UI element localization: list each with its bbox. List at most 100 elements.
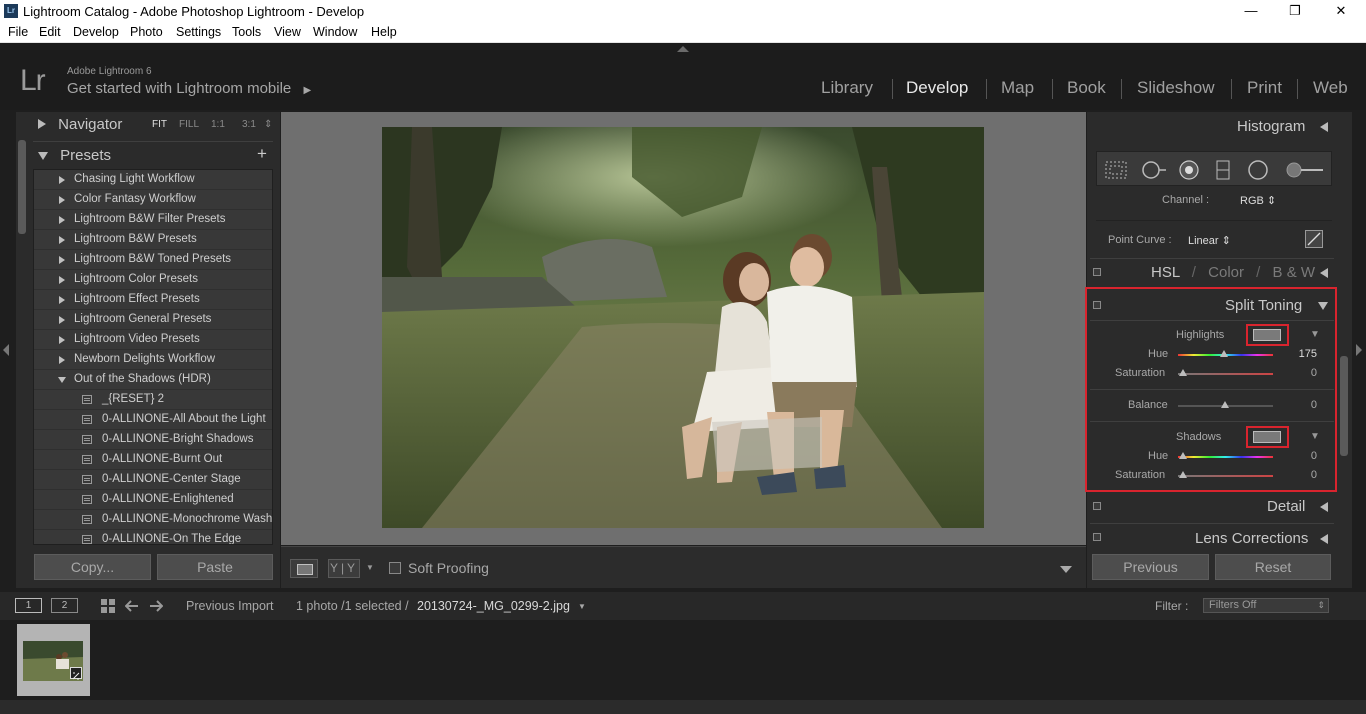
soft-proofing-checkbox[interactable] [389,562,401,574]
red-eye-icon[interactable] [1178,160,1200,180]
menu-window[interactable]: Window [313,25,357,39]
zoom-fit[interactable]: FIT [152,119,167,130]
menu-settings[interactable]: Settings [176,25,221,39]
detail-collapse-icon[interactable] [1320,502,1328,512]
lens-corrections-collapse-icon[interactable] [1320,534,1328,544]
left-panel-scrollbar[interactable] [18,140,26,234]
preset-folder[interactable]: Chasing Light Workflow [34,170,272,190]
module-library[interactable]: Library [821,78,873,98]
split-toning-switch[interactable] [1093,301,1101,309]
filmstrip-thumbnail[interactable] [17,624,90,696]
histogram-title[interactable]: Histogram [1237,118,1305,135]
module-web[interactable]: Web [1313,78,1348,98]
module-map[interactable]: Map [1001,78,1034,98]
preset-folder[interactable]: Newborn Delights Workflow [34,350,272,370]
menu-photo[interactable]: Photo [130,25,163,39]
split-toning-title[interactable]: Split Toning [1225,297,1302,314]
primary-display-button[interactable]: 1 [15,598,42,613]
secondary-display-button[interactable]: 2 [51,598,78,613]
channel-select[interactable]: RGB ⇕ [1240,194,1276,207]
filename-menu-icon[interactable]: ▼ [578,602,586,611]
balance-value[interactable]: 0 [1287,399,1317,411]
preset-item[interactable]: 0-ALLINONE-Enlightened [34,490,272,510]
preset-folder[interactable]: Lightroom Effect Presets [34,290,272,310]
adjustment-brush-icon[interactable] [1285,160,1325,180]
shadows-saturation-thumb[interactable] [1179,471,1187,478]
paste-settings-button[interactable]: Paste [157,554,273,580]
preset-folder[interactable]: Color Fantasy Workflow [34,190,272,210]
radial-filter-icon[interactable] [1247,160,1269,180]
module-book[interactable]: Book [1067,78,1106,98]
balance-thumb[interactable] [1221,401,1229,408]
filter-select[interactable]: Filters Off ⇕ [1203,598,1329,613]
preset-item[interactable]: 0-ALLINONE-Bright Shadows [34,430,272,450]
grid-view-icon[interactable] [100,598,116,614]
toolbar-options-icon[interactable] [1060,566,1072,573]
menu-file[interactable]: File [8,25,28,39]
preset-item[interactable]: 0-ALLINONE-Monochrome Wash [34,510,272,530]
menu-help[interactable]: Help [371,25,397,39]
preset-item[interactable]: 0-ALLINONE-On The Edge [34,530,272,544]
preset-item[interactable]: 0-ALLINONE-Center Stage [34,470,272,490]
preset-folder[interactable]: Lightroom B&W Filter Presets [34,210,272,230]
detail-switch[interactable] [1093,502,1101,510]
shadows-saturation-value[interactable]: 0 [1287,469,1317,481]
menu-view[interactable]: View [274,25,301,39]
loupe-view-button[interactable] [290,559,318,578]
tab-hsl[interactable]: HSL [1151,264,1180,281]
collapse-left-panel-icon[interactable] [3,344,9,356]
highlights-hue-value[interactable]: 175 [1287,348,1317,360]
lightroom-mobile-link[interactable]: Get started with Lightroom mobile ▶ [67,80,311,97]
reset-button[interactable]: Reset [1215,554,1331,580]
module-print[interactable]: Print [1247,78,1282,98]
close-button[interactable]: ✕ [1318,0,1364,23]
lens-corrections-switch[interactable] [1093,533,1101,541]
preset-folder[interactable]: Lightroom B&W Presets [34,230,272,250]
detail-title[interactable]: Detail [1267,498,1305,515]
before-after-menu-icon[interactable]: ▼ [366,563,374,572]
collapse-right-panel-icon[interactable] [1356,344,1362,356]
shadows-hue-thumb[interactable] [1179,452,1187,459]
preset-item[interactable]: 0-ALLINONE-All About the Light [34,410,272,430]
preset-folder-open[interactable]: Out of the Shadows (HDR) [34,370,272,390]
module-develop[interactable]: Develop [906,78,968,98]
filename-label[interactable]: 20130724-_MG_0299-2.jpg [417,599,570,613]
point-curve-select[interactable]: Linear ⇕ [1188,234,1231,247]
shadows-picker-icon[interactable]: ▼ [1310,431,1320,442]
zoom-fill[interactable]: FILL [179,119,199,130]
preset-folder[interactable]: Lightroom B&W Toned Presets [34,250,272,270]
menu-develop[interactable]: Develop [73,25,119,39]
minimize-button[interactable]: — [1228,0,1274,23]
shadows-hue-slider[interactable] [1178,456,1273,458]
menu-tools[interactable]: Tools [232,25,261,39]
previous-button[interactable]: Previous [1092,554,1209,580]
hsl-panel-switch[interactable] [1093,268,1101,276]
zoom-menu-icon[interactable]: ⇕ [264,119,272,130]
graduated-filter-icon[interactable] [1215,160,1231,180]
menu-edit[interactable]: Edit [39,25,61,39]
forward-arrow-icon[interactable] [149,599,163,613]
highlights-color-swatch[interactable] [1253,329,1281,341]
copy-settings-button[interactable]: Copy... [34,554,151,580]
shadows-hue-value[interactable]: 0 [1287,450,1317,462]
before-after-button[interactable]: Y|Y [328,559,360,578]
restore-button[interactable]: ❐ [1272,0,1318,23]
right-panel-scrollbar[interactable] [1340,356,1348,456]
module-slideshow[interactable]: Slideshow [1137,78,1215,98]
crop-tool-icon[interactable] [1104,160,1128,180]
tab-bw[interactable]: B & W [1273,264,1316,281]
zoom-3-1[interactable]: 3:1 [242,119,256,130]
lens-corrections-title[interactable]: Lens Corrections [1195,530,1308,546]
highlights-saturation-thumb[interactable] [1179,369,1187,376]
highlights-picker-icon[interactable]: ▼ [1310,329,1320,340]
highlights-saturation-value[interactable]: 0 [1287,367,1317,379]
hsl-collapse-icon[interactable] [1320,268,1328,278]
collapse-top-panel-icon[interactable] [677,46,689,52]
zoom-1-1[interactable]: 1:1 [211,119,225,130]
curve-edit-icon[interactable] [1305,230,1323,248]
preset-folder[interactable]: Lightroom Color Presets [34,270,272,290]
add-preset-icon[interactable]: + [257,144,267,164]
highlights-hue-thumb[interactable] [1220,350,1228,357]
preset-folder[interactable]: Lightroom Video Presets [34,330,272,350]
presets-header[interactable]: Presets [38,147,111,164]
